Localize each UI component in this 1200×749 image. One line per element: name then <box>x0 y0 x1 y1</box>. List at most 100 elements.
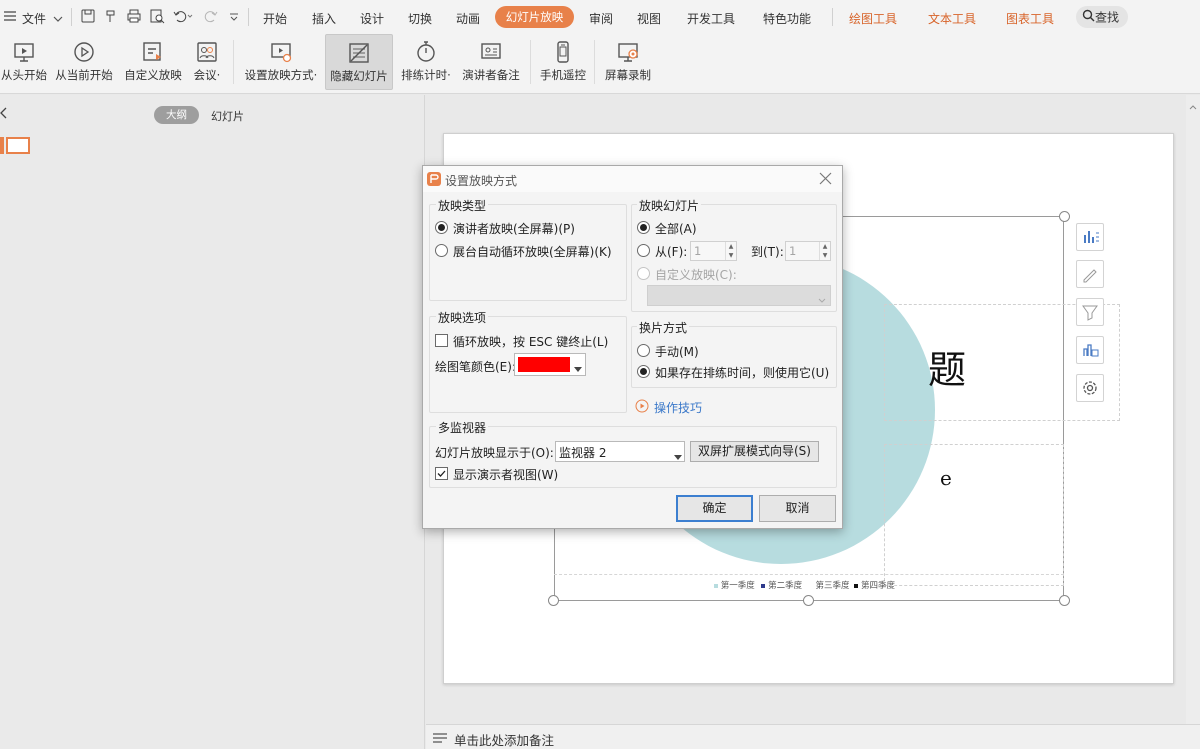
print-icon[interactable] <box>126 8 142 27</box>
all-slides-label[interactable]: 全部(A) <box>655 220 697 237</box>
collapse-panel-icon[interactable] <box>0 107 8 122</box>
option-presenter-label[interactable]: 演讲者放映(全屏幕)(P) <box>453 220 575 237</box>
meeting-icon <box>195 40 219 64</box>
presenter-view-checkbox[interactable] <box>435 467 448 480</box>
filter-icon <box>1077 305 1103 328</box>
tab-review[interactable]: 审阅 <box>589 10 613 27</box>
tab-drawing-tools[interactable]: 绘图工具 <box>849 10 897 27</box>
monitor-select[interactable]: 监视器 2 <box>555 441 685 462</box>
tab-text-tools[interactable]: 文本工具 <box>928 10 976 27</box>
resize-handle[interactable] <box>1059 211 1070 222</box>
pen-color-picker[interactable] <box>514 353 586 376</box>
radio-kiosk[interactable] <box>435 244 448 257</box>
tab-slide-show[interactable]: 幻灯片放映 <box>495 6 574 28</box>
tab-chart-tools[interactable]: 图表工具 <box>1006 10 1054 27</box>
rehearse-timings-button[interactable]: 排练计时· <box>396 34 456 90</box>
screen-record-button[interactable]: 屏幕录制 <box>601 34 655 90</box>
tips-link[interactable]: 操作技巧 <box>654 399 702 416</box>
phone-icon <box>551 40 575 64</box>
from-start-button[interactable]: 从头开始 <box>0 34 48 90</box>
pen-color-label: 绘图笔颜色(E): <box>435 360 516 374</box>
loop-checkbox[interactable] <box>435 334 448 347</box>
wps-presentation-icon <box>427 172 441 186</box>
cancel-button[interactable]: 取消 <box>759 495 836 522</box>
from-current-button[interactable]: 从当前开始 <box>53 34 115 90</box>
search-box[interactable]: 查找 <box>1076 6 1128 28</box>
undo-icon[interactable] <box>172 8 194 27</box>
setup-show-button[interactable]: 设置放映方式· <box>240 34 322 90</box>
notes-icon <box>432 732 448 747</box>
legend-swatch <box>714 584 718 588</box>
legend-item: 第三季度 <box>815 581 850 591</box>
notes-placeholder: 单击此处添加备注 <box>454 733 555 748</box>
custom-show-select[interactable] <box>647 285 831 306</box>
tab-special-features[interactable]: 特色功能 <box>763 10 811 27</box>
chart-style-button[interactable] <box>1076 260 1104 288</box>
radio-slide-range[interactable] <box>637 244 650 257</box>
context-tab-separator <box>832 8 833 26</box>
tab-slides[interactable]: 幻灯片 <box>211 108 244 124</box>
resize-handle[interactable] <box>803 595 814 606</box>
customize-quick-access-icon[interactable] <box>229 11 239 25</box>
subtitle-placeholder-frame[interactable] <box>884 444 1064 586</box>
scroll-up-icon[interactable] <box>1189 99 1197 113</box>
search-label: 查找 <box>1095 10 1120 25</box>
presenter-notes-button[interactable]: 演讲者备注 <box>460 34 522 90</box>
gear-icon <box>1077 381 1103 404</box>
option-kiosk-label[interactable]: 展台自动循环放映(全屏幕)(K) <box>453 243 612 260</box>
phone-remote-button[interactable]: 手机遥控 <box>537 34 589 90</box>
from-label[interactable]: 从(F): <box>655 243 687 260</box>
legend-item: 第二季度 <box>768 581 803 591</box>
resize-handle[interactable] <box>548 595 559 606</box>
dialog-title-bar[interactable]: 设置放映方式 <box>423 166 842 192</box>
tab-view[interactable]: 视图 <box>637 10 661 27</box>
chart-elements-button[interactable] <box>1076 223 1104 251</box>
chevron-down-icon[interactable] <box>53 12 63 26</box>
hide-slide-button[interactable]: 隐藏幻灯片 <box>325 34 393 90</box>
loop-label[interactable]: 循环放映，按 ESC 键终止(L) <box>453 333 608 350</box>
stepper-arrows-icon[interactable]: ▲ ▼ <box>725 242 736 260</box>
dual-screen-wizard-button[interactable]: 双屏扩展模式向导(S) <box>690 441 819 462</box>
monitor-select-value: 监视器 2 <box>559 446 607 460</box>
notes-bar[interactable]: 单击此处添加备注 <box>426 724 1200 749</box>
save-icon[interactable] <box>80 8 96 27</box>
resize-handle[interactable] <box>1059 595 1070 606</box>
radio-custom-show[interactable] <box>637 267 650 280</box>
ok-button[interactable]: 确定 <box>676 495 753 522</box>
show-slides-title: 放映幻灯片 <box>637 197 702 214</box>
file-menu[interactable]: 文件 <box>22 10 46 27</box>
manual-label[interactable]: 手动(M) <box>655 343 699 360</box>
tab-outline[interactable]: 大纲 <box>154 106 199 124</box>
chart-data-button[interactable] <box>1076 336 1104 364</box>
from-slide-stepper[interactable]: 1 ▲ ▼ <box>690 241 737 261</box>
phone-remote-label: 手机遥控 <box>540 68 586 82</box>
tab-home[interactable]: 开始 <box>263 10 287 27</box>
redo-icon[interactable] <box>203 8 219 27</box>
chart-settings-button[interactable] <box>1076 374 1104 402</box>
close-icon[interactable] <box>819 172 832 188</box>
chart-filter-button[interactable] <box>1076 298 1104 326</box>
tab-design[interactable]: 设计 <box>360 10 384 27</box>
menu-icon[interactable] <box>3 9 17 23</box>
radio-presenter[interactable] <box>435 221 448 234</box>
custom-show-button[interactable]: 自定义放映 <box>121 34 185 90</box>
tab-animations[interactable]: 动画 <box>456 10 480 27</box>
slide-thumbnail[interactable] <box>6 137 30 154</box>
tab-separator <box>248 8 249 26</box>
legend-swatch <box>854 584 859 588</box>
tips-play-icon[interactable] <box>635 399 649 416</box>
format-painter-icon[interactable] <box>103 8 119 27</box>
presenter-view-label[interactable]: 显示演示者视图(W) <box>453 466 558 483</box>
radio-use-timings[interactable] <box>637 365 650 378</box>
radio-manual[interactable] <box>637 344 650 357</box>
tab-insert[interactable]: 插入 <box>312 10 336 27</box>
to-slide-stepper[interactable]: 1 ▲ ▼ <box>785 241 831 261</box>
print-preview-icon[interactable] <box>149 8 165 27</box>
stepper-arrows-icon[interactable]: ▲ ▼ <box>819 242 830 260</box>
meeting-button[interactable]: 会议· <box>188 34 226 90</box>
tab-developer[interactable]: 开发工具 <box>687 10 735 27</box>
radio-all-slides[interactable] <box>637 221 650 234</box>
tab-transitions[interactable]: 切换 <box>408 10 432 27</box>
vertical-scrollbar[interactable] <box>1186 95 1200 724</box>
use-timings-label[interactable]: 如果存在排练时间，则使用它(U) <box>655 364 829 381</box>
